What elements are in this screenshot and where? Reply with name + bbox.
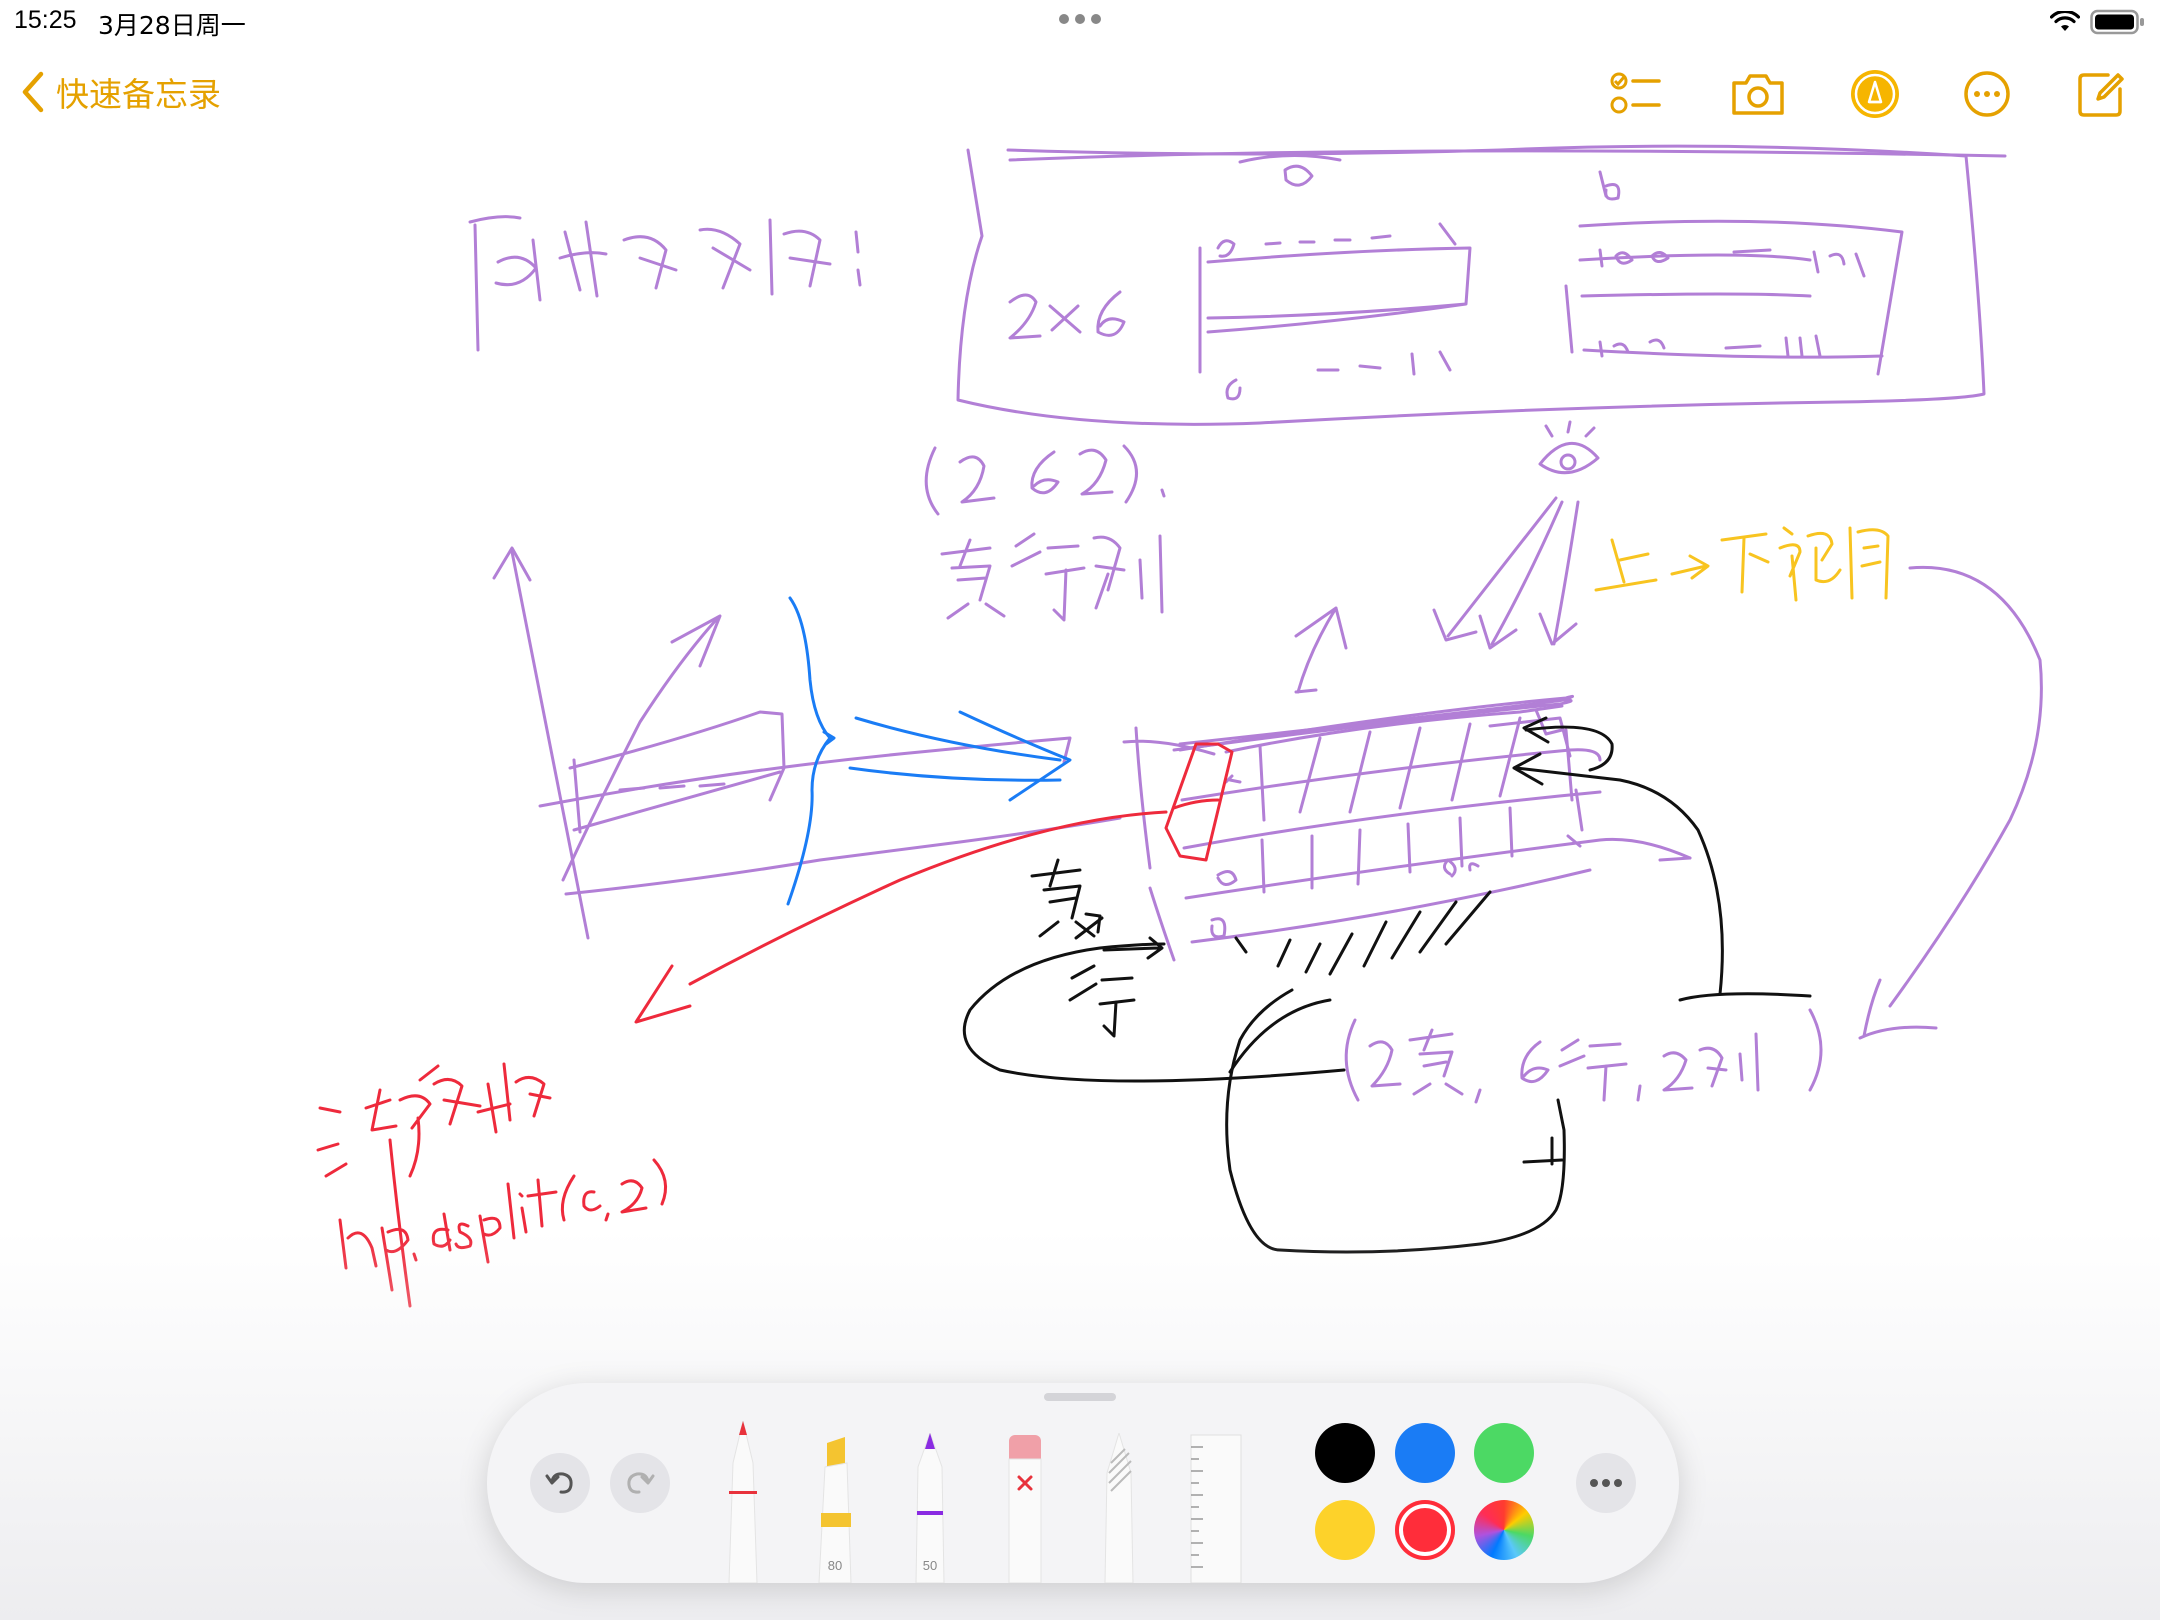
- color-blue[interactable]: [1395, 1423, 1455, 1483]
- color-yellow[interactable]: [1315, 1500, 1375, 1560]
- battery-icon: [2090, 9, 2144, 35]
- compose-icon: [2078, 73, 2124, 117]
- color-black[interactable]: [1315, 1423, 1375, 1483]
- pencil-tool[interactable]: 50: [910, 1431, 950, 1584]
- palette-drag-handle[interactable]: [1044, 1393, 1116, 1401]
- checklist-button[interactable]: [1606, 64, 1666, 124]
- yellow-ink-strokes: [1594, 526, 1890, 602]
- back-label: 快速备忘录: [56, 75, 221, 114]
- new-note-button[interactable]: [2071, 64, 2131, 124]
- tool-palette: 80 50: [487, 1383, 1679, 1584]
- highlighter-size-label: 80: [827, 1558, 843, 1573]
- highlighter-tool[interactable]: 80: [815, 1433, 855, 1584]
- pencil-size-label: 50: [922, 1558, 938, 1573]
- purple-ink-strokes: [468, 144, 2043, 1104]
- status-date: 3月28日周一: [98, 11, 246, 40]
- undo-button[interactable]: [530, 1453, 590, 1513]
- lasso-icon: [1104, 1431, 1134, 1584]
- markup-button[interactable]: [1845, 64, 1905, 124]
- status-bar: 15:25 3月28日周一: [0, 0, 2160, 44]
- status-icons: [2050, 8, 2146, 36]
- more-options-button[interactable]: [1957, 64, 2017, 124]
- checklist-icon: [1610, 72, 1661, 114]
- color-picker-wheel[interactable]: [1474, 1500, 1534, 1560]
- ruler-icon: [1190, 1434, 1242, 1584]
- color-green[interactable]: [1474, 1423, 1534, 1483]
- redo-icon: [627, 1472, 655, 1494]
- lasso-tool[interactable]: [1099, 1431, 1139, 1584]
- status-time: 15:25: [14, 6, 77, 34]
- undo-icon: [545, 1472, 573, 1494]
- ellipsis-circle-icon: [1964, 71, 2010, 117]
- palette-more-button[interactable]: [1576, 1453, 1636, 1513]
- color-red-selected[interactable]: [1395, 1500, 1455, 1560]
- camera-icon: [1732, 74, 1784, 115]
- pen-tool[interactable]: [723, 1413, 763, 1584]
- pen-icon: [728, 1420, 758, 1584]
- navigation-bar: 快速备忘录: [0, 58, 2160, 128]
- ruler-tool[interactable]: [1187, 1433, 1245, 1584]
- multitasking-dots-icon[interactable]: [1057, 12, 1103, 26]
- camera-button[interactable]: [1728, 64, 1788, 124]
- wifi-icon: [2050, 11, 2080, 31]
- chevron-left-icon: [22, 71, 44, 113]
- drawing-canvas[interactable]: [0, 130, 2160, 1380]
- ellipsis-icon: [1590, 1479, 1622, 1487]
- eraser-tool[interactable]: [1005, 1433, 1045, 1584]
- back-button[interactable]: 快速备忘录: [20, 68, 221, 116]
- red-ink-strokes: [316, 742, 1234, 1308]
- redo-button[interactable]: [610, 1453, 670, 1513]
- black-ink-strokes: [962, 716, 1812, 1254]
- markup-pen-icon: [1851, 70, 1899, 118]
- eraser-icon: [1008, 1435, 1042, 1584]
